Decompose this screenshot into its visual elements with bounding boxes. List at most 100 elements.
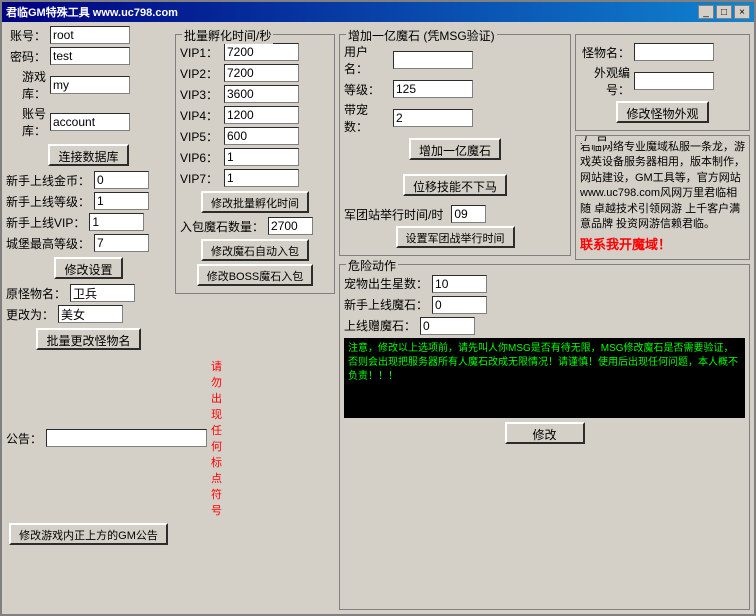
add-demon-title: 增加一亿魔石 (凭MSG验证)	[346, 27, 497, 44]
account-label: 账号：	[6, 27, 46, 44]
army-time-input[interactable]	[451, 205, 486, 223]
vip5-row: VIP5：	[180, 127, 330, 145]
army-btn[interactable]: 设置军团战举行时间	[396, 226, 515, 248]
stone-input[interactable]	[268, 217, 313, 235]
newline-demon-input[interactable]	[432, 296, 487, 314]
accountdb-input[interactable]	[50, 113, 130, 131]
danger-title: 危险动作	[346, 257, 398, 274]
vip4-input[interactable]	[224, 106, 299, 124]
vip1-label: VIP1：	[180, 44, 220, 61]
stone-label: 入包魔石数量：	[180, 218, 264, 235]
vip2-row: VIP2：	[180, 64, 330, 82]
newbie-gold-row: 新手上线金币：	[6, 171, 171, 189]
danger-group: 危险动作 宠物出生星数： 新手上线魔石： 上线赠魔石： 注意，修改以上选	[339, 264, 750, 610]
newbie-gold-input[interactable]	[94, 171, 149, 189]
move-skill-button[interactable]: 位移技能不下马	[403, 174, 507, 196]
stone-row: 入包魔石数量：	[180, 217, 330, 235]
add-demon-box: 增加一亿魔石 (凭MSG验证) 用户名： 等级： 带宠数：	[339, 26, 571, 260]
demon-username-row: 用户名：	[344, 43, 566, 77]
vip5-input[interactable]	[224, 127, 299, 145]
vip6-input[interactable]	[224, 148, 299, 166]
newbie-vip-label: 新手上线VIP：	[6, 214, 85, 231]
modify-boss-stone-button[interactable]: 修改BOSS魔石入包	[197, 264, 314, 286]
change-to-input[interactable]	[58, 305, 123, 323]
city-level-row: 城堡最高等级：	[6, 234, 171, 252]
vip7-input[interactable]	[224, 169, 299, 187]
city-level-label: 城堡最高等级：	[6, 235, 90, 252]
demon-petcount-input[interactable]	[393, 109, 473, 127]
modify-monster-button[interactable]: 修改怪物外观	[616, 101, 708, 123]
accountdb-label: 账号库：	[6, 105, 46, 139]
newbie-level-input[interactable]	[94, 192, 149, 210]
vip3-input[interactable]	[224, 85, 299, 103]
connect-db-button[interactable]: 连接数据库	[48, 144, 128, 166]
add-demon-button[interactable]: 增加一亿魔石	[409, 138, 501, 160]
newbie-gold-label: 新手上线金币：	[6, 172, 90, 189]
appearance-input[interactable]	[634, 72, 714, 90]
modify-stone-auto-button[interactable]: 修改魔石自动入包	[201, 239, 309, 261]
vip2-input[interactable]	[224, 64, 299, 82]
change-to-label: 更改为：	[6, 306, 54, 323]
original-monster-row: 原怪物名：	[6, 284, 171, 302]
original-monster-input[interactable]	[70, 284, 135, 302]
vip3-row: VIP3：	[180, 85, 330, 103]
gamedb-row: 游戏库：	[6, 68, 171, 102]
appearance-label: 外观编号：	[580, 64, 630, 98]
account-input[interactable]	[50, 26, 130, 44]
pet-star-input[interactable]	[432, 275, 487, 293]
online-gift-input[interactable]	[420, 317, 475, 335]
city-level-input[interactable]	[94, 234, 149, 252]
vip4-row: VIP4：	[180, 106, 330, 124]
newline-demon-label: 新手上线魔石：	[344, 296, 428, 313]
password-input[interactable]	[50, 47, 130, 65]
top-right: 增加一亿魔石 (凭MSG验证) 用户名： 等级： 带宠数：	[339, 26, 750, 260]
ad-title: 广告	[582, 135, 610, 145]
batch-hatch-title: 批量孵化时间/秒	[182, 27, 273, 44]
modify-settings-button[interactable]: 修改设置	[54, 257, 122, 279]
gamedb-input[interactable]	[50, 76, 130, 94]
army-time-label: 军团站举行时间/时	[344, 206, 443, 223]
danger-modify-button[interactable]: 修改	[505, 422, 585, 444]
add-demon-group: 增加一亿魔石 (凭MSG验证) 用户名： 等级： 带宠数：	[339, 34, 571, 256]
appearance-row: 外观编号：	[580, 64, 745, 98]
notice-row: 公告： 请勿出现任何标点符号	[6, 358, 171, 518]
newbie-level-row: 新手上线等级：	[6, 192, 171, 210]
window-controls: _ □ ×	[698, 5, 750, 19]
monster-name-input[interactable]	[634, 43, 714, 61]
vip6-row: VIP6：	[180, 148, 330, 166]
left-column: 账号： 密码： 游戏库： 账号库： 连接数据库 新手上线金币：	[6, 26, 171, 610]
password-row: 密码：	[6, 47, 171, 65]
online-gift-row: 上线赠魔石：	[344, 317, 745, 335]
ad-text: 君临网络专业魔域私服一条龙，游戏英设备服务器相用，版本制作，网站建设，GM工具等…	[580, 140, 745, 232]
maximize-button[interactable]: □	[716, 5, 732, 19]
newline-demon-row: 新手上线魔石：	[344, 296, 745, 314]
batch-hatch-column: 批量孵化时间/秒 VIP1： VIP2： VIP3： VIP4：	[175, 26, 335, 610]
monster-name-label: 怪物名：	[580, 44, 630, 61]
demon-level-label: 等级：	[344, 81, 389, 98]
close-button[interactable]: ×	[734, 5, 750, 19]
vip7-label: VIP7：	[180, 170, 220, 187]
vip1-input[interactable]	[224, 43, 299, 61]
change-to-row: 更改为：	[6, 305, 171, 323]
batch-change-monster-button[interactable]: 批量更改怪物名	[36, 328, 140, 350]
monster-name-row: 怪物名：	[580, 43, 745, 61]
demon-level-row: 等级：	[344, 80, 566, 98]
newbie-vip-row: 新手上线VIP：	[6, 213, 171, 231]
password-label: 密码：	[6, 48, 46, 65]
modify-batch-hatch-button[interactable]: 修改批量孵化时间	[201, 191, 309, 213]
main-content: 账号： 密码： 游戏库： 账号库： 连接数据库 新手上线金币：	[2, 22, 754, 614]
demon-username-label: 用户名：	[344, 43, 389, 77]
demon-username-input[interactable]	[393, 51, 473, 69]
vip2-label: VIP2：	[180, 65, 220, 82]
notice-warning-box: 注意，修改以上选项前，请先叫人你MSG是否有待无限，MSG修改魔石是否需要验证，…	[344, 338, 745, 418]
minimize-button[interactable]: _	[698, 5, 714, 19]
demon-level-input[interactable]	[393, 80, 473, 98]
newbie-level-label: 新手上线等级：	[6, 193, 90, 210]
title-bar: 君临GM特殊工具 www.uc798.com _ □ ×	[2, 2, 754, 22]
newbie-vip-input[interactable]	[89, 213, 144, 231]
gamedb-label: 游戏库：	[6, 68, 46, 102]
modify-notice-button[interactable]: 修改游戏内正上方的GM公告	[9, 523, 168, 545]
pet-star-row: 宠物出生星数：	[344, 275, 745, 293]
vip1-row: VIP1：	[180, 43, 330, 61]
right-sidebar: 怪物名： 外观编号： 修改怪物外观 广告 君临网络专业魔域私服	[575, 26, 750, 260]
